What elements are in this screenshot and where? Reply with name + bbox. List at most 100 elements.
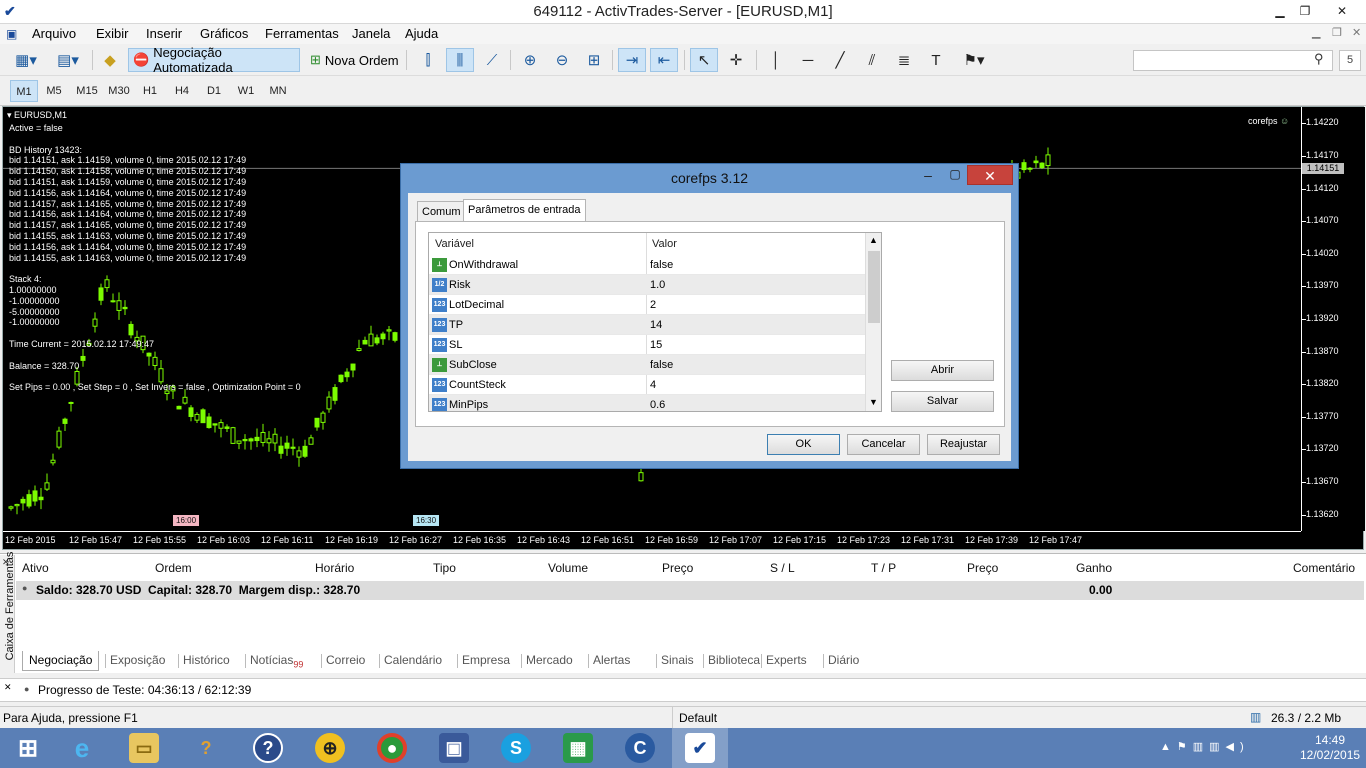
col-preco[interactable]: Preço xyxy=(662,561,693,575)
terminal-tab[interactable]: Calendário xyxy=(384,651,442,671)
col-comentario[interactable]: Comentário xyxy=(1293,561,1355,575)
parameters-scrollbar[interactable]: ▲ ▼ xyxy=(865,233,881,411)
start-button[interactable]: ⊞ xyxy=(0,728,56,768)
menu-inserir[interactable]: Inserir xyxy=(146,26,182,41)
menu-janela[interactable]: Janela xyxy=(352,26,390,41)
zoom-in-icon[interactable]: ⊕ xyxy=(516,48,544,72)
dialog-minimize-button[interactable]: – xyxy=(915,167,941,187)
parameter-row[interactable]: 123 TP 14 xyxy=(429,315,865,335)
menu-arquivo[interactable]: Arquivo xyxy=(32,26,76,41)
terminal-tab[interactable]: Correio xyxy=(326,651,365,671)
profiles-icon[interactable]: ▤▾ xyxy=(50,48,86,72)
save-button[interactable]: Salvar xyxy=(891,391,994,412)
terminal-tab[interactable]: Biblioteca xyxy=(708,651,760,671)
parameter-value[interactable]: 0.6 xyxy=(650,399,665,411)
col-tipo[interactable]: Tipo xyxy=(433,561,456,575)
tile-windows-icon[interactable]: ⊞ xyxy=(580,48,608,72)
line-chart-icon[interactable]: ⟋ xyxy=(478,48,506,72)
open-button[interactable]: Abrir xyxy=(891,360,994,381)
tf-m15[interactable]: M15 xyxy=(72,80,102,102)
taskbar-clock[interactable]: 14:49 12/02/2015 xyxy=(1300,733,1360,763)
new-order-button[interactable]: ⊞ Nova Ordem xyxy=(306,48,403,72)
col-header-value[interactable]: Valor xyxy=(646,233,677,255)
terminal-tab[interactable]: Exposição xyxy=(110,651,165,671)
parameter-row[interactable]: 123 SL 15 xyxy=(429,335,865,355)
close-button[interactable]: ✕ xyxy=(1318,0,1366,22)
parameter-value[interactable]: false xyxy=(650,359,673,371)
col-ativo[interactable]: Ativo xyxy=(22,561,49,575)
dialog-maximize-button[interactable]: ▢ xyxy=(942,167,968,187)
shapes-icon[interactable]: ⚑▾ xyxy=(954,48,994,72)
tf-m30[interactable]: M30 xyxy=(104,80,134,102)
maximize-button[interactable]: ❐ xyxy=(1290,0,1320,22)
market-watch-icon[interactable]: ◆ xyxy=(98,48,122,72)
fibonacci-icon[interactable]: ≣ xyxy=(890,48,918,72)
parameter-row[interactable]: ⟂ OnWithdrawal false xyxy=(429,255,865,275)
tf-d1[interactable]: D1 xyxy=(200,80,228,102)
tf-mn[interactable]: MN xyxy=(264,80,292,102)
chart-shift-icon[interactable]: ⇤ xyxy=(650,48,678,72)
child-close-button[interactable]: ✕ xyxy=(1352,26,1361,39)
autoscroll-icon[interactable]: ⇥ xyxy=(618,48,646,72)
equidistant-channel-icon[interactable]: ⫽ xyxy=(858,48,886,72)
taskbar-ie[interactable]: e xyxy=(54,728,110,768)
cancel-button[interactable]: Cancelar xyxy=(847,434,920,455)
terminal-tab[interactable]: Empresa xyxy=(462,651,510,671)
candlestick-icon[interactable]: ⫼ xyxy=(446,48,474,72)
taskbar-help[interactable]: ? xyxy=(240,728,296,768)
col-volume[interactable]: Volume xyxy=(548,561,588,575)
taskbar-calculator[interactable]: ▦ xyxy=(550,728,606,768)
taskbar-explorer[interactable]: ▭ xyxy=(116,728,172,768)
menu-graficos[interactable]: Gráficos xyxy=(200,26,248,41)
search-input[interactable] xyxy=(1133,50,1333,71)
col-ordem[interactable]: Ordem xyxy=(155,561,192,575)
dialog-close-button[interactable]: ✕ xyxy=(967,165,1013,185)
col-ganho[interactable]: Ganho xyxy=(1076,561,1112,575)
tf-w1[interactable]: W1 xyxy=(232,80,260,102)
tf-m5[interactable]: M5 xyxy=(40,80,68,102)
tf-h1[interactable]: H1 xyxy=(136,80,164,102)
menu-exibir[interactable]: Exibir xyxy=(96,26,129,41)
taskbar-support[interactable]: ? xyxy=(178,728,234,768)
parameter-value[interactable]: 1.0 xyxy=(650,279,665,291)
taskbar-remote[interactable]: ▣ xyxy=(426,728,482,768)
tf-h4[interactable]: H4 xyxy=(168,80,196,102)
col-header-variable[interactable]: Variável xyxy=(429,233,474,255)
parameter-value[interactable]: 4 xyxy=(650,379,656,391)
terminal-tab[interactable]: Notícias99 xyxy=(250,651,303,671)
ok-button[interactable]: OK xyxy=(767,434,840,455)
notifications-badge[interactable]: 5 xyxy=(1339,50,1361,71)
balance-row[interactable]: ● Saldo: 328.70 USD Capital: 328.70 Marg… xyxy=(16,581,1364,600)
parameter-value[interactable]: 2 xyxy=(650,299,656,311)
terminal-tab[interactable]: Alertas xyxy=(593,651,630,671)
parameter-value[interactable]: false xyxy=(650,259,673,271)
col-sl[interactable]: S / L xyxy=(770,561,795,575)
auto-trading-button[interactable]: ⛔ Negociação Automatizada xyxy=(128,45,300,75)
text-icon[interactable]: T xyxy=(922,48,950,72)
parameter-row[interactable]: 123 MinPips 0.6 xyxy=(429,395,865,411)
col-preco-current[interactable]: Preço xyxy=(967,561,998,575)
menu-ferramentas[interactable]: Ferramentas xyxy=(265,26,339,41)
crosshair-icon[interactable]: ✛ xyxy=(722,48,750,72)
child-restore-button[interactable]: ❐ xyxy=(1332,26,1342,39)
terminal-tab[interactable]: Mercado xyxy=(526,651,573,671)
status-traffic[interactable]: 26.3 / 2.2 Mb xyxy=(1271,711,1341,725)
taskbar-metatrader[interactable]: ✔ xyxy=(672,728,728,768)
taskbar-skype[interactable]: S xyxy=(488,728,544,768)
terminal-tab[interactable]: Sinais xyxy=(661,651,694,671)
menu-ajuda[interactable]: Ajuda xyxy=(405,26,438,41)
parameter-value[interactable]: 14 xyxy=(650,319,662,331)
new-chart-icon[interactable]: ▦▾ xyxy=(8,48,44,72)
search-icon[interactable]: ⚲ xyxy=(1314,51,1324,67)
trendline-icon[interactable]: ╱ xyxy=(826,48,854,72)
terminal-tab[interactable]: Histórico xyxy=(183,651,230,671)
parameter-row[interactable]: ⟂ SubClose false xyxy=(429,355,865,375)
taskbar-ccleaner[interactable]: C xyxy=(612,728,668,768)
system-tray-icons[interactable]: ▲⚑▥▥◀) xyxy=(1160,740,1250,753)
bar-chart-icon[interactable]: ⫿ xyxy=(414,48,442,72)
terminal-tab[interactable]: Negociação xyxy=(22,651,100,671)
parameter-row[interactable]: 1/2 Risk 1.0 xyxy=(429,275,865,295)
taskbar-chrome[interactable]: ● xyxy=(364,728,420,768)
vertical-line-icon[interactable]: │ xyxy=(762,48,790,72)
parameter-row[interactable]: 123 LotDecimal 2 xyxy=(429,295,865,315)
